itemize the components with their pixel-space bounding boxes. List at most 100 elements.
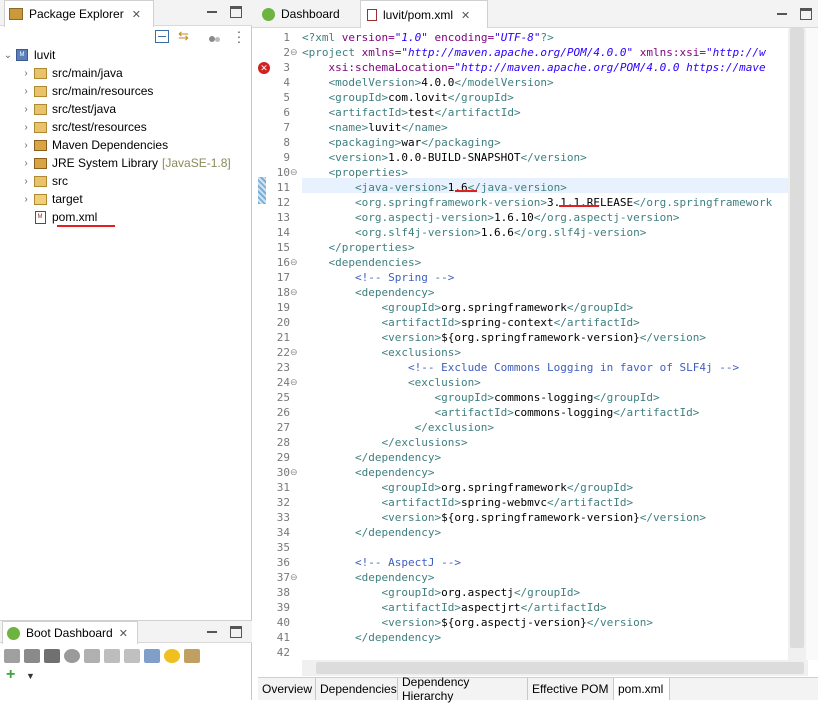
tree-item-maven-dependencies[interactable]: › Maven Dependencies <box>0 136 252 154</box>
open-browser-icon[interactable] <box>64 649 80 663</box>
page-tab-dependency-hierarchy[interactable]: Dependency Hierarchy <box>398 675 528 703</box>
maximize-button[interactable] <box>230 626 242 638</box>
tab-boot-dashboard[interactable]: Boot Dashboard ✕ <box>2 621 138 644</box>
code-token: <version> <box>302 511 442 524</box>
debug-icon[interactable] <box>24 649 40 663</box>
line-number: 29 <box>276 451 290 464</box>
code-line: <!-- AspectJ --> <box>302 555 461 570</box>
code-token: <packaging> <box>302 136 402 149</box>
chevron-right-icon[interactable]: › <box>20 68 32 79</box>
code-line: <artifactId>commons-logging</artifactId> <box>302 405 699 420</box>
source-folder-icon <box>32 174 48 188</box>
line-number: 32 <box>276 496 290 509</box>
tree-item-src-main-resources[interactable]: › src/main/resources <box>0 82 252 100</box>
page-tab-dependencies[interactable]: Dependencies <box>316 678 398 700</box>
code-token: <!-- Exclude Commons Logging in favor of… <box>302 361 740 374</box>
tab-package-explorer[interactable]: Package Explorer ✕ <box>4 0 154 27</box>
tree-item-luvit[interactable]: ⌄ M luvit <box>0 46 252 64</box>
tree-item-src-main-java[interactable]: › src/main/java <box>0 64 252 82</box>
code-line: <dependency> <box>302 570 434 585</box>
code-token: "http://maven.apache.org/POM/4.0.0" <box>401 46 634 59</box>
link-icon[interactable] <box>104 649 120 663</box>
add-dropdown-button[interactable]: ▼ <box>26 671 35 681</box>
link-with-editor-button[interactable]: ⇆ <box>178 29 194 44</box>
minimize-button[interactable] <box>206 626 218 638</box>
code-token: </java-version> <box>467 181 567 194</box>
code-token: <dependency> <box>302 286 435 299</box>
vertical-scroll-thumb[interactable] <box>790 28 804 648</box>
package-folder-icon <box>32 66 48 80</box>
plus-icon: + <box>6 666 16 683</box>
minimize-button[interactable] <box>776 8 788 20</box>
fold-toggle-icon[interactable]: ⊖ <box>290 345 298 360</box>
view-menu-filter-button[interactable] <box>208 31 222 43</box>
chevron-right-icon[interactable]: › <box>20 140 32 151</box>
code-token: commons-logging <box>494 391 594 404</box>
horizontal-scroll-thumb[interactable] <box>316 662 804 674</box>
code-line: <groupId>com.lovit</groupId> <box>302 90 513 105</box>
code-line: <name>luvit</name> <box>302 120 447 135</box>
code-area[interactable]: <?xml version="1.0" encoding="UTF-8"?> <p… <box>302 28 788 660</box>
error-marker-icon[interactable]: ✕ <box>258 62 270 74</box>
tree-item-jre-system-library[interactable]: › JRE System Library [JavaSE-1.8] <box>0 154 252 172</box>
edit-icon[interactable] <box>124 649 140 663</box>
table-icon[interactable] <box>144 649 160 663</box>
lightbulb-icon[interactable] <box>164 649 180 663</box>
folder-icon <box>32 192 48 206</box>
pom-editor-page-tabs: Overview Dependencies Dependency Hierarchy… <box>258 675 818 703</box>
horizontal-scrollbar[interactable] <box>302 660 808 676</box>
maximize-button[interactable] <box>800 8 812 20</box>
view-menu-button[interactable]: · · · <box>236 24 242 48</box>
code-line: <artifactId>spring-context</artifactId> <box>302 315 640 330</box>
page-tab-overview[interactable]: Overview <box>258 678 316 700</box>
tab-luvit-pom-xml[interactable]: luvit/pom.xml ✕ <box>360 0 488 29</box>
restart-icon[interactable] <box>4 649 20 663</box>
chevron-right-icon[interactable]: › <box>20 158 32 169</box>
page-tab-effective-pom[interactable]: Effective POM <box>528 678 614 700</box>
close-icon[interactable]: ✕ <box>461 9 470 22</box>
fold-toggle-icon[interactable]: ⊖ <box>290 255 298 270</box>
chevron-right-icon[interactable]: › <box>20 194 32 205</box>
tree-item-target[interactable]: › target <box>0 190 252 208</box>
minimize-button[interactable] <box>206 6 218 18</box>
fold-toggle-icon[interactable]: ⊖ <box>290 570 298 585</box>
tree-item-pom-xml[interactable]: M pom.xml <box>0 208 252 226</box>
code-token: <artifactId> <box>302 406 514 419</box>
chevron-right-icon[interactable]: › <box>20 122 32 133</box>
xml-source-editor[interactable]: 1 2 ⊖ 3 4 5 6 7 8 9 10 ⊖ 11 12 13 14 15 16 ⊖ 17 18 ⊖ 19 20 21 22 ⊖… <box>258 28 818 660</box>
fold-toggle-icon[interactable]: ⊖ <box>290 375 298 390</box>
deploy-icon[interactable] <box>184 649 200 663</box>
fold-toggle-icon[interactable]: ⊖ <box>290 45 298 60</box>
fold-toggle-icon[interactable]: ⊖ <box>290 465 298 480</box>
chevron-down-icon[interactable]: ⌄ <box>2 50 14 61</box>
stop-icon[interactable] <box>44 649 60 663</box>
close-icon[interactable]: ✕ <box>132 8 141 21</box>
line-number: 23 <box>276 361 290 374</box>
vertical-scrollbar[interactable] <box>788 28 806 660</box>
close-icon[interactable]: ✕ <box>119 627 128 640</box>
chevron-right-icon[interactable]: › <box>20 176 32 187</box>
tree-item-src-test-resources[interactable]: › src/test/resources <box>0 118 252 136</box>
fold-toggle-icon[interactable]: ⊖ <box>290 285 298 300</box>
add-button[interactable]: + <box>6 666 20 683</box>
code-token: <groupId> <box>302 91 389 104</box>
tab-dashboard[interactable]: Dashboard <box>256 0 360 28</box>
code-token: ${org.aspectj-version} <box>441 616 587 629</box>
line-number: 18 <box>276 286 290 299</box>
package-explorer-icon <box>9 8 23 20</box>
tree-item-src-test-java[interactable]: › src/test/java <box>0 100 252 118</box>
code-token: </artifactId> <box>553 316 640 329</box>
maximize-button[interactable] <box>230 6 242 18</box>
chevron-right-icon[interactable]: › <box>20 104 32 115</box>
fold-toggle-icon[interactable]: ⊖ <box>290 165 298 180</box>
page-tab-pom-xml[interactable]: pom.xml <box>614 678 670 700</box>
tree-item-label: Maven Dependencies <box>52 138 169 152</box>
tree-item-src[interactable]: › src <box>0 172 252 190</box>
code-token: xml <box>315 31 342 44</box>
chevron-right-icon[interactable]: › <box>20 86 32 97</box>
console-icon[interactable] <box>84 649 100 663</box>
tree-item-label: luvit <box>34 48 56 62</box>
collapse-all-button[interactable] <box>155 30 169 43</box>
code-line: <org.slf4j-version>1.6.6</org.slf4j-vers… <box>302 225 646 240</box>
code-token: </properties> <box>302 241 415 254</box>
